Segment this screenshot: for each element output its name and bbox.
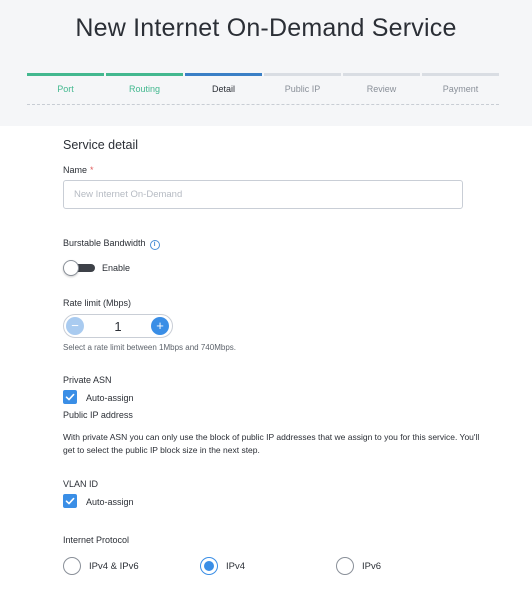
private-asn-label: Private ASN: [63, 375, 112, 385]
burstable-toggle-label: Enable: [102, 263, 131, 273]
radio-ipv4-ipv6[interactable]: IPv4 & IPv6: [63, 557, 139, 575]
vlan-label: VLAN ID: [63, 479, 99, 489]
radio-label: IPv4 & IPv6: [89, 560, 139, 572]
section-title: Service detail: [63, 138, 139, 152]
vlan-checkbox[interactable]: [63, 494, 77, 508]
name-label: Name *: [63, 165, 94, 175]
radio-ipv6[interactable]: IPv6: [336, 557, 381, 575]
step-payment: Payment: [422, 73, 499, 97]
burstable-label: Burstable Bandwidth i: [63, 238, 160, 250]
name-input[interactable]: [63, 180, 463, 209]
step-label: Public IP: [284, 84, 321, 94]
radio-label: IPv4: [226, 560, 246, 572]
radio-ipv4[interactable]: IPv4: [200, 557, 245, 575]
step-bar: [185, 73, 262, 76]
checkmark-icon: [65, 497, 75, 505]
step-label: Routing: [128, 84, 161, 94]
burstable-toggle[interactable]: [63, 260, 95, 276]
rate-limit-stepper: 1 − +: [63, 314, 173, 338]
public-ip-label: Public IP address: [63, 410, 133, 420]
step-bar: [106, 73, 183, 76]
step-review: Review: [343, 73, 420, 97]
protocol-radio-group: IPv4 & IPv6 IPv4 IPv6: [63, 557, 483, 575]
private-asn-checkbox-label: Auto-assign: [86, 393, 134, 403]
step-routing[interactable]: Routing: [106, 73, 183, 97]
step-public-ip: Public IP: [264, 73, 341, 97]
page-header: New Internet On-Demand Service Port Rout…: [0, 0, 532, 126]
decrement-button[interactable]: −: [66, 317, 84, 335]
page-title: New Internet On-Demand Service: [75, 14, 457, 42]
step-label: Port: [57, 84, 74, 94]
private-asn-checkbox[interactable]: [63, 390, 77, 404]
step-detail[interactable]: Detail: [185, 73, 262, 97]
name-label-text: Name: [63, 165, 88, 175]
radio-circle: [200, 557, 218, 575]
burstable-label-text: Burstable Bandwidth: [63, 238, 146, 248]
step-label: Detail: [211, 84, 235, 94]
wizard-steps: Port Routing Detail Public IP Review Pay…: [27, 73, 499, 97]
rate-limit-help: Select a rate limit between 1Mbps and 74…: [63, 343, 236, 352]
protocol-label: Internet Protocol: [63, 535, 130, 545]
step-bar: [422, 73, 499, 76]
radio-label: IPv6: [362, 560, 382, 572]
step-bar: [27, 73, 104, 76]
step-bar: [264, 73, 341, 76]
header-divider: [27, 104, 499, 105]
public-ip-description: With private ASN you can only use the bl…: [63, 432, 480, 455]
radio-circle: [336, 557, 354, 575]
step-label: Payment: [442, 84, 479, 94]
step-bar: [343, 73, 420, 76]
radio-circle: [63, 557, 81, 575]
required-mark: *: [90, 165, 94, 175]
info-icon[interactable]: i: [149, 240, 160, 250]
increment-button[interactable]: +: [151, 317, 169, 335]
vlan-checkbox-label: Auto-assign: [86, 497, 134, 507]
step-port[interactable]: Port: [27, 73, 104, 97]
rate-limit-label: Rate limit (Mbps): [63, 298, 132, 308]
toggle-knob: [63, 260, 79, 276]
checkmark-icon: [65, 393, 75, 401]
step-label: Review: [366, 84, 397, 94]
